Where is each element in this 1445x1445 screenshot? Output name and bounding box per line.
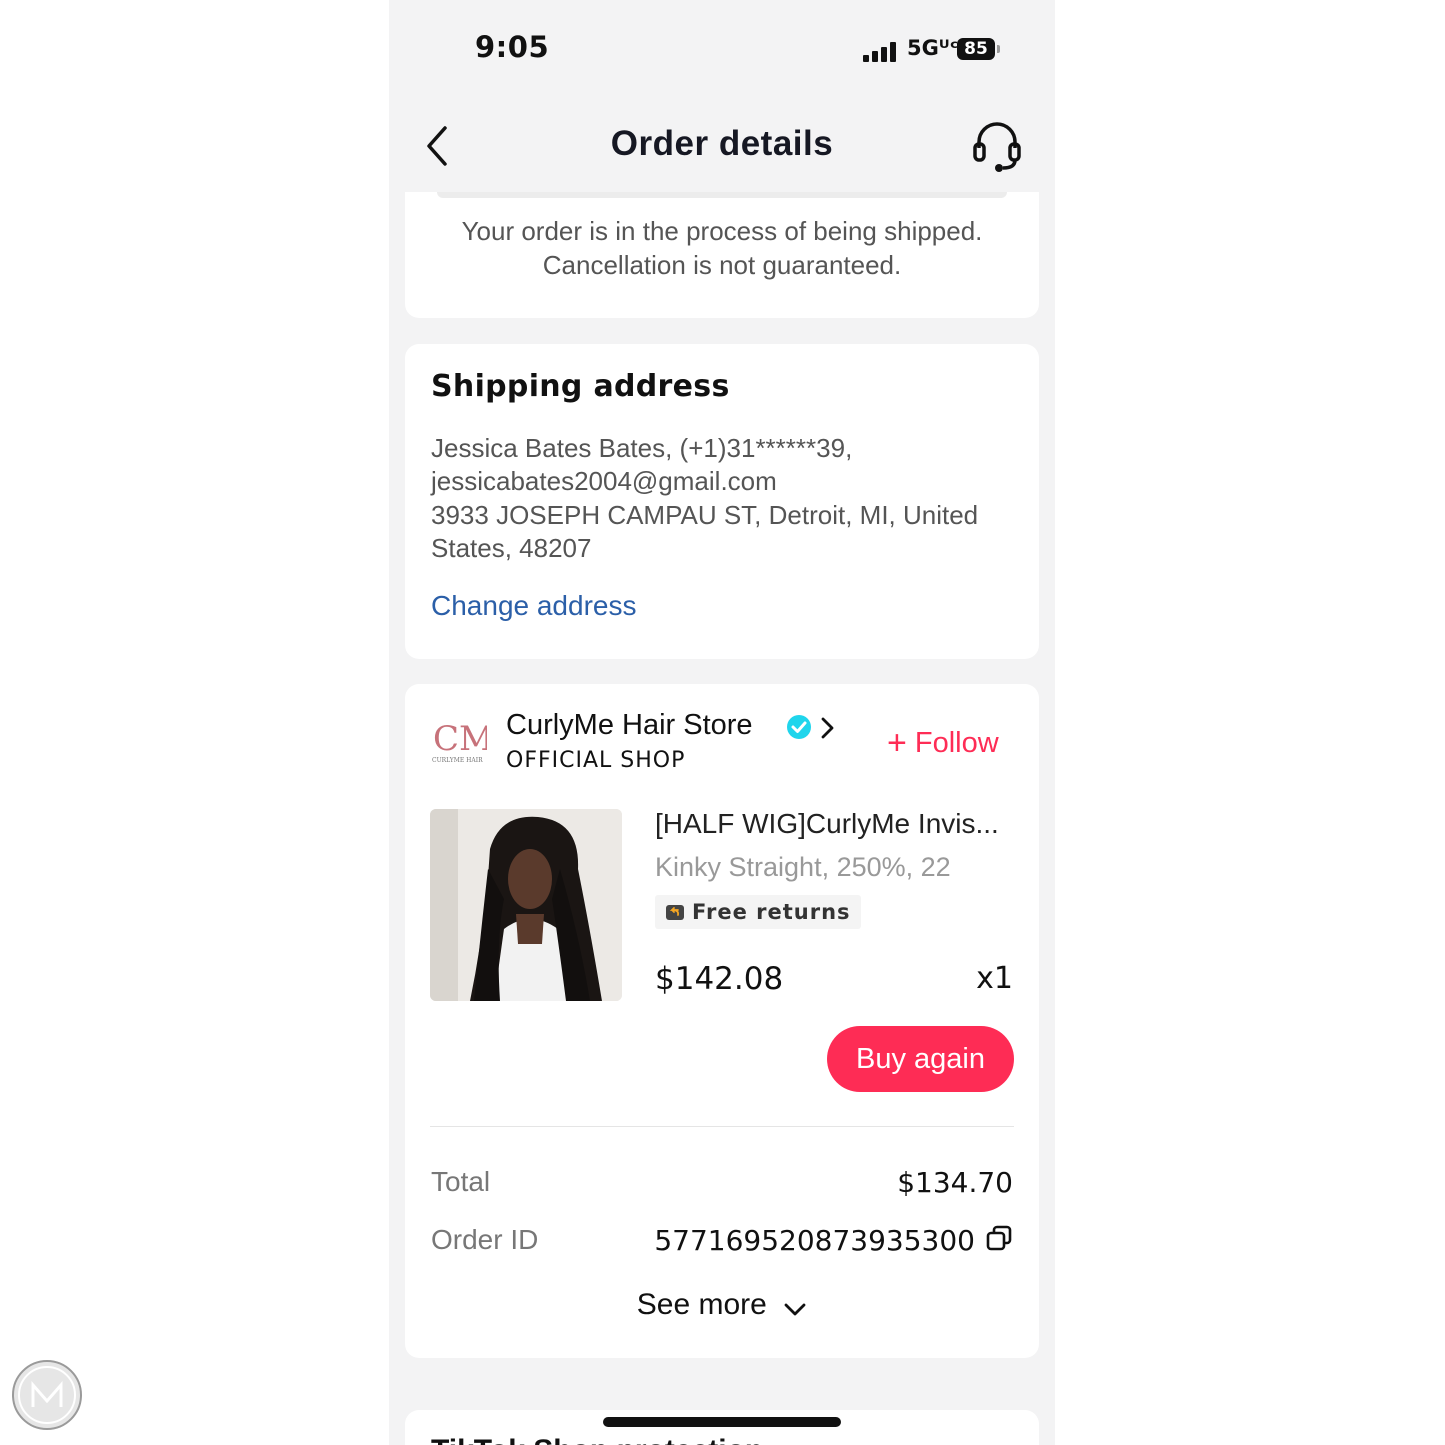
shipping-notice-line2: Cancellation is not guaranteed.	[542, 250, 902, 280]
headset-icon	[973, 122, 1021, 172]
network-label: 5Gᵁᶜ	[907, 36, 959, 60]
product-title[interactable]: [HALF WIG]CurlyMe Invis...	[655, 808, 999, 840]
see-more-label: See more	[636, 1288, 767, 1321]
follow-button[interactable]: + Follow	[887, 724, 999, 763]
return-box-icon	[666, 905, 684, 920]
divider	[430, 1126, 1014, 1127]
order-id-value: 577169520873935300	[654, 1224, 975, 1257]
order-card: CM CURLYME HAIR CurlyMe Hair Store OFFIC…	[405, 684, 1039, 1358]
change-address-link[interactable]: Change address	[431, 590, 636, 622]
shipping-address-title: Shipping address	[431, 369, 730, 404]
follow-label: Follow	[914, 727, 999, 759]
battery-icon: 85	[957, 38, 995, 60]
chevron-right-icon[interactable]	[819, 716, 835, 740]
shipping-address-card: Shipping address Jessica Bates Bates, (+…	[405, 344, 1039, 659]
product-price: $142.08	[655, 961, 784, 997]
product-variant: Kinky Straight, 250%, 22	[655, 852, 951, 882]
chevron-down-icon	[784, 1303, 806, 1316]
page-title: Order details	[610, 124, 834, 163]
protection-card: TikTok Shop protection	[405, 1410, 1039, 1445]
see-more-button[interactable]: See more	[405, 1288, 1039, 1322]
free-returns-label: Free returns	[692, 900, 851, 924]
verified-badge-icon	[787, 715, 811, 739]
plus-icon: +	[887, 724, 907, 762]
shop-logo-image: CM CURLYME HAIR	[432, 719, 494, 764]
phone-screen: 9:05 5Gᵁᶜ 85 Order details Your order is…	[389, 0, 1055, 1445]
address-line-street: 3933 JOSEPH CAMPAU ST, Detroit, MI, Unit…	[431, 500, 979, 530]
address-line-email: jessicabates2004@gmail.com	[431, 466, 777, 496]
signal-icon	[863, 40, 899, 62]
shop-logo-text: CM	[433, 719, 487, 759]
home-indicator[interactable]	[603, 1417, 841, 1427]
customer-support-button[interactable]	[971, 118, 1023, 174]
address-line-name: Jessica Bates Bates, (+1)31******39,	[431, 433, 853, 463]
product-photo	[430, 809, 622, 1001]
product-quantity: x1	[976, 961, 1013, 996]
free-returns-badge: Free returns	[655, 895, 861, 929]
total-value: $134.70	[897, 1166, 1013, 1199]
official-shop-tag: OFFICIAL SHOP	[506, 748, 686, 773]
card-edge	[437, 192, 1007, 198]
shipping-status-card: Your order is in the process of being sh…	[405, 192, 1039, 318]
shop-logo-subtext: CURLYME HAIR	[432, 757, 483, 764]
shipping-notice-line1: Your order is in the process of being sh…	[461, 216, 983, 246]
protection-title: TikTok Shop protection	[431, 1434, 763, 1445]
product-image[interactable]	[430, 809, 622, 1001]
total-label: Total	[431, 1166, 491, 1197]
shipping-notice: Your order is in the process of being sh…	[405, 214, 1039, 282]
watermark-logo-icon	[12, 1360, 82, 1430]
battery-tip	[997, 45, 1000, 53]
status-time: 9:05	[475, 30, 550, 64]
order-id-label: Order ID	[431, 1224, 539, 1255]
shop-logo[interactable]: CM CURLYME HAIR	[429, 714, 494, 766]
buy-again-button[interactable]: Buy again	[827, 1026, 1014, 1092]
shop-name[interactable]: CurlyMe Hair Store	[506, 709, 753, 742]
copy-icon[interactable]	[985, 1224, 1013, 1252]
address-line-country: States, 48207	[431, 533, 592, 563]
